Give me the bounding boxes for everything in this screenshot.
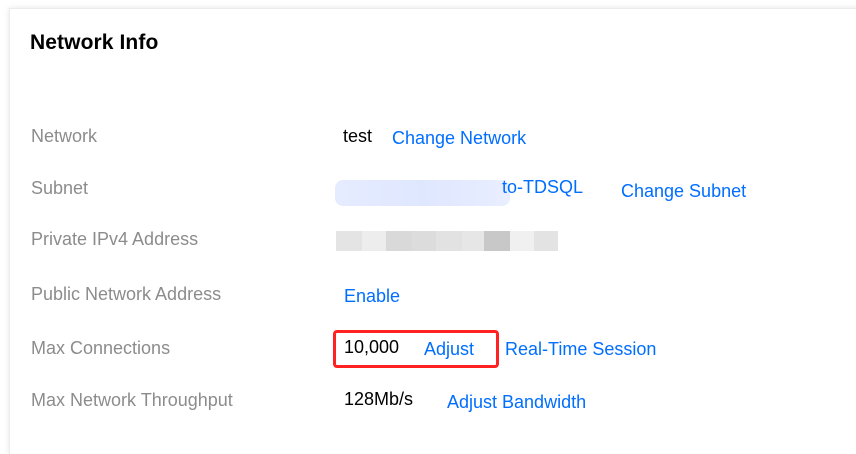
throughput-row: Max Network Throughput 128Mb/s Adjust Ba… — [10, 389, 850, 420]
adjust-bandwidth-link[interactable]: Adjust Bandwidth — [447, 392, 586, 413]
network-info-panel: Network Info Network test Change Network… — [9, 8, 856, 454]
network-row: Network test Change Network — [10, 126, 850, 156]
private-ip-label: Private IPv4 Address — [31, 229, 199, 249]
subnet-row: Subnet to-TDSQL Change Subnet — [10, 177, 850, 208]
subnet-name-redacted — [335, 180, 510, 206]
subnet-value-link[interactable]: to-TDSQL — [502, 177, 583, 198]
network-value-link[interactable]: test — [343, 126, 372, 147]
throughput-value: 128Mb/s — [344, 389, 414, 409]
max-connections-row: Max Connections 10,000 Adjust Real-Time … — [10, 330, 850, 368]
public-address-row: Public Network Address Enable — [10, 284, 850, 314]
public-address-label: Public Network Address — [31, 284, 222, 304]
max-connections-label: Max Connections — [31, 338, 171, 358]
change-subnet-link[interactable]: Change Subnet — [621, 181, 746, 202]
enable-public-address-link[interactable]: Enable — [344, 286, 400, 307]
change-network-link[interactable]: Change Network — [392, 128, 526, 149]
throughput-label: Max Network Throughput — [31, 390, 233, 410]
private-ip-row: Private IPv4 Address — [10, 229, 850, 259]
network-label: Network — [31, 126, 98, 146]
private-ip-redacted — [336, 231, 576, 251]
panel-title: Network Info — [30, 31, 159, 54]
subnet-label: Subnet — [31, 178, 89, 198]
real-time-session-link[interactable]: Real-Time Session — [505, 339, 656, 360]
highlight-box — [333, 330, 499, 368]
